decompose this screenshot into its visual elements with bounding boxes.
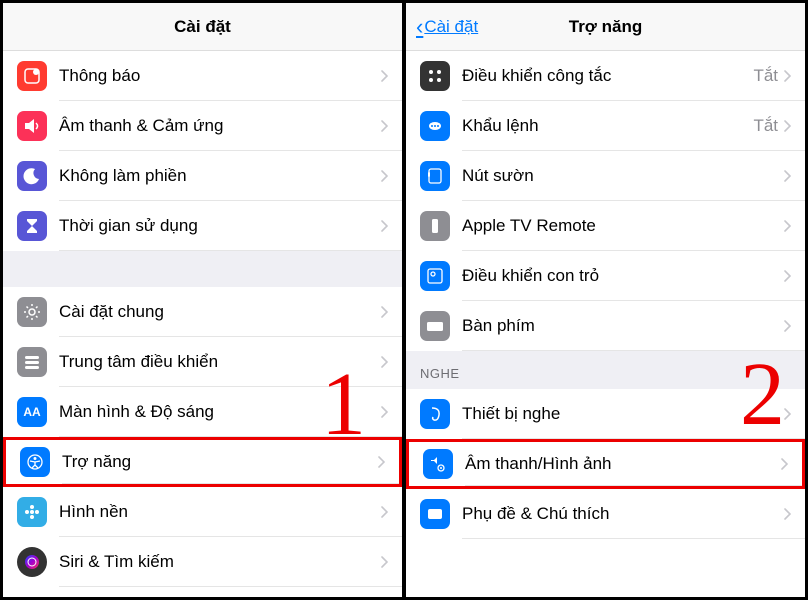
row-notifications[interactable]: Thông báo (3, 51, 402, 101)
chevron-right-icon (784, 408, 791, 420)
chevron-right-icon (381, 220, 388, 232)
chevron-right-icon (381, 356, 388, 368)
row-side-button[interactable]: Nút sườn (406, 151, 805, 201)
row-label: Không làm phiền (59, 166, 381, 186)
row-label: Thời gian sử dụng (59, 216, 381, 236)
button-icon (420, 161, 450, 191)
row-label: Apple TV Remote (462, 216, 784, 236)
gear-icon (17, 297, 47, 327)
row-apple-tv[interactable]: Apple TV Remote (406, 201, 805, 251)
row-label: Thiết bị nghe (462, 404, 784, 424)
ear-icon (420, 399, 450, 429)
row-label: Phụ đề & Chú thích (462, 504, 784, 524)
row-pointer[interactable]: Điều khiển con trỏ (406, 251, 805, 301)
section-header: NGHE (406, 351, 805, 389)
row-label: Màn hình & Độ sáng (59, 402, 381, 422)
row-label: Trung tâm điều khiển (59, 352, 381, 372)
chevron-right-icon (378, 456, 385, 468)
section-gap (3, 251, 402, 287)
accessibility-icon (20, 447, 50, 477)
row-hearing[interactable]: Thiết bị nghe (406, 389, 805, 439)
row-sounds[interactable]: Âm thanh & Cảm ứng (3, 101, 402, 151)
row-siri[interactable]: Siri & Tìm kiếm (3, 537, 402, 587)
row-label: Cài đặt chung (59, 302, 381, 322)
accessibility-panel: ‹ Cài đặt Trợ năng Điều khiển công tắcTắ… (406, 3, 805, 597)
back-label: Cài đặt (424, 17, 478, 37)
chevron-right-icon (381, 556, 388, 568)
row-voice-control[interactable]: Khẩu lệnhTắt (406, 101, 805, 151)
row-wallpaper[interactable]: Hình nền (3, 487, 402, 537)
row-audio-visual[interactable]: Âm thanh/Hình ảnh (406, 439, 805, 489)
right-content: Điều khiển công tắcTắtKhẩu lệnhTắtNút sư… (406, 51, 805, 597)
back-button[interactable]: ‹ Cài đặt (416, 14, 478, 40)
back-chevron-icon: ‹ (416, 14, 423, 40)
row-accessibility[interactable]: Trợ năng (3, 437, 402, 487)
chevron-right-icon (784, 70, 791, 82)
chevron-right-icon (781, 458, 788, 470)
hourglass-icon (17, 211, 47, 241)
settings-panel: Cài đặt Thông báo Âm thanh & Cảm ứng Không… (3, 3, 406, 597)
row-label: Trợ năng (62, 452, 378, 472)
row-subtitles[interactable]: Phụ đề & Chú thích (406, 489, 805, 539)
row-switch-control[interactable]: Điều khiển công tắcTắt (406, 51, 805, 101)
row-label: Thông báo (59, 66, 381, 86)
grid-icon (420, 61, 450, 91)
row-label: Điều khiển con trỏ (462, 266, 784, 286)
keyboard-icon (420, 311, 450, 341)
row-label: Nút sườn (462, 166, 784, 186)
row-value: Tắt (753, 66, 778, 86)
speaker-icon (17, 111, 47, 141)
chevron-right-icon (381, 120, 388, 132)
row-control-center[interactable]: Trung tâm điều khiển (3, 337, 402, 387)
cc-icon (420, 499, 450, 529)
chevron-right-icon (784, 270, 791, 282)
chevron-right-icon (784, 320, 791, 332)
aa-icon (17, 397, 47, 427)
left-title: Cài đặt (174, 17, 231, 37)
moon-icon (17, 161, 47, 191)
remote-icon (420, 211, 450, 241)
chevron-right-icon (381, 506, 388, 518)
row-label: Điều khiển công tắc (462, 66, 753, 86)
left-content: Thông báo Âm thanh & Cảm ứng Không làm phi… (3, 51, 402, 597)
row-value: Tắt (753, 116, 778, 136)
sliders-icon (17, 347, 47, 377)
chevron-right-icon (381, 406, 388, 418)
left-header: Cài đặt (3, 3, 402, 51)
chevron-right-icon (784, 220, 791, 232)
voice-icon (420, 111, 450, 141)
row-screentime[interactable]: Thời gian sử dụng (3, 201, 402, 251)
row-label: Hình nền (59, 502, 381, 522)
av-icon (423, 449, 453, 479)
right-header: ‹ Cài đặt Trợ năng (406, 3, 805, 51)
pointer-icon (420, 261, 450, 291)
row-general[interactable]: Cài đặt chung (3, 287, 402, 337)
chevron-right-icon (784, 120, 791, 132)
siri-icon (17, 547, 47, 577)
row-label: Âm thanh/Hình ảnh (465, 454, 781, 474)
row-label: Âm thanh & Cảm ứng (59, 116, 381, 136)
row-label: Bàn phím (462, 316, 784, 336)
row-display[interactable]: Màn hình & Độ sáng (3, 387, 402, 437)
row-keyboard[interactable]: Bàn phím (406, 301, 805, 351)
row-label: Siri & Tìm kiếm (59, 552, 381, 572)
flower-icon (17, 497, 47, 527)
row-label: Khẩu lệnh (462, 116, 753, 136)
chevron-right-icon (784, 508, 791, 520)
right-title: Trợ năng (569, 17, 642, 37)
chevron-right-icon (381, 70, 388, 82)
row-dnd[interactable]: Không làm phiền (3, 151, 402, 201)
notifications-icon (17, 61, 47, 91)
chevron-right-icon (381, 170, 388, 182)
chevron-right-icon (784, 170, 791, 182)
chevron-right-icon (381, 306, 388, 318)
